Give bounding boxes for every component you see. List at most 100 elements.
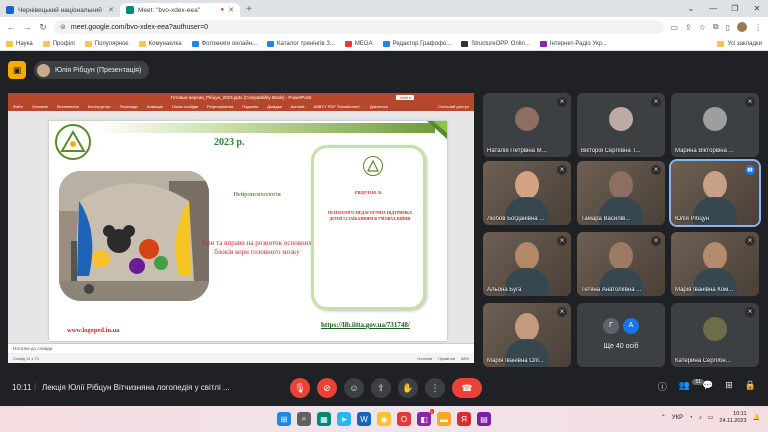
bookmark-item[interactable]: Профілі (42, 40, 75, 47)
chrome-icon[interactable]: ◉ (377, 412, 391, 426)
bookmark-item[interactable]: Інтернет-Радіо Укр... (539, 40, 607, 47)
all-bookmarks[interactable]: Усі закладки (717, 40, 762, 47)
ribbon-tab[interactable]: Вставлення (57, 104, 79, 109)
browser-tab-active[interactable]: Meet: "bvo-xdex-eea" ● ✕ (120, 3, 240, 17)
slide-notes[interactable]: Нотатки до слайда (8, 343, 474, 353)
tab-search-icon[interactable]: ⌄ (680, 0, 702, 17)
share-icon[interactable]: ⇪ (685, 23, 692, 32)
activities-icon[interactable]: ⊞ (725, 380, 733, 393)
ribbon-tab[interactable]: Анімація (147, 104, 163, 109)
new-tab-button[interactable]: + (246, 3, 252, 17)
minimize-icon[interactable]: — (702, 0, 724, 17)
ribbon-tab[interactable]: Acrobat (291, 104, 305, 109)
people-icon[interactable]: 👥 (679, 380, 690, 393)
ribbon-tab[interactable]: Файл (13, 104, 23, 109)
site-info-icon[interactable]: ⊜ (60, 23, 66, 31)
bookmark-star-icon[interactable]: ☆ (699, 23, 706, 32)
tiles-icon[interactable]: ▤ (477, 412, 491, 426)
host-controls-icon[interactable]: 🔒 (745, 380, 756, 393)
battery-icon[interactable]: ▭ (708, 414, 714, 421)
clock-time: 10:11 (733, 411, 747, 417)
ribbon-tab[interactable]: Дізнатися (370, 104, 388, 109)
share-button[interactable]: Спільний доступ (438, 104, 469, 109)
comments-toggle[interactable]: Примітки (438, 356, 455, 361)
browser-tab[interactable]: Чернівецький національний у ✕ (0, 3, 120, 17)
more-participants-tile[interactable]: Г А Ще 40 осіб (577, 303, 665, 367)
presenting-pill[interactable]: Юлія Рібцун (Презентація) (34, 61, 150, 79)
participant-tile[interactable]: ▮▮ Юлія Рібцун (669, 159, 761, 227)
profile-avatar[interactable] (737, 22, 747, 32)
ribbon-tab[interactable]: Основне (32, 104, 48, 109)
language-indicator[interactable]: УКР (672, 415, 683, 421)
bookmark-item[interactable]: MEGA (344, 40, 373, 47)
clock[interactable]: 10:11 24.11.2023 (719, 411, 746, 424)
close-tab-icon[interactable]: ✕ (108, 6, 114, 14)
explorer-icon[interactable]: ▬ (437, 412, 451, 426)
doc-icon (267, 40, 275, 47)
menu-kebab-icon[interactable]: ⋮ (754, 23, 762, 32)
maximize-icon[interactable]: ❐ (724, 0, 746, 17)
ribbon-tab[interactable]: Подання (242, 104, 258, 109)
present-button[interactable]: ⇧ (371, 378, 391, 398)
ribbon-tab[interactable]: Переходи (120, 104, 138, 109)
participant-tile[interactable]: ⨯ Тамара Василів... (577, 161, 665, 225)
camera-in-use-icon[interactable]: ▭ (670, 23, 678, 32)
windows-icon[interactable]: ⊞ (277, 412, 291, 426)
participant-tile[interactable]: ⨯ Марія Іванівна Ком... (671, 232, 759, 296)
url-text[interactable]: meet.google.com/bvo-xdex-eea?authuser=0 (71, 24, 208, 31)
address-bar[interactable]: ⊜ meet.google.com/bvo-xdex-eea?authuser=… (54, 20, 665, 34)
bookmark-item[interactable]: Наука (6, 40, 33, 47)
ribbon-tab[interactable]: Рецензування (207, 104, 233, 109)
word-icon[interactable]: W (357, 412, 371, 426)
files-icon[interactable]: ▦ (317, 412, 331, 426)
forward-arrow-icon[interactable]: → (22, 22, 32, 32)
close-window-icon[interactable]: ✕ (746, 0, 768, 17)
participant-tile[interactable]: ⨯ Марина Вікторівна ... (671, 93, 759, 157)
leave-call-button[interactable]: ☎ (452, 378, 482, 398)
bookmark-item[interactable]: Фотокниги онлайн... (191, 40, 257, 47)
bookmark-item[interactable]: Комунаклка (138, 40, 182, 47)
bookmark-label: StructureOPP. Onlin... (471, 40, 530, 47)
participant-tile[interactable]: ⨯ Катерина Сергіїбн... (671, 303, 759, 367)
notes-toggle[interactable]: Нотатки (417, 356, 432, 361)
mic-off-button[interactable]: 🎙 (290, 378, 310, 398)
side-panel-icon[interactable]: ▯ (726, 23, 730, 32)
ribbon-tab[interactable]: Конструктор (88, 104, 111, 109)
notes-icon[interactable]: ◧ 1 (417, 409, 434, 426)
reactions-button[interactable]: ☺ (344, 378, 364, 398)
wifi-icon[interactable]: ◔ (689, 415, 693, 421)
reload-icon[interactable]: ↻ (38, 22, 48, 33)
close-tab-icon[interactable]: ✕ (228, 6, 234, 14)
yandex-icon[interactable]: Я (457, 412, 471, 426)
bookmark-item[interactable]: StructureOPP. Onlin... (461, 40, 530, 47)
ribbon-tab[interactable]: Довідка (267, 104, 281, 109)
info-icon[interactable]: ⓘ (658, 380, 667, 393)
search-icon[interactable]: ⌕ (297, 412, 311, 426)
chevron-up-icon[interactable]: ⌃ (661, 414, 666, 421)
presentation-icon[interactable]: ▣ (8, 61, 26, 79)
bookmark-item[interactable]: Редактор Графофо... (382, 40, 451, 47)
participant-tile[interactable]: ⨯ Наталія Петрівна М... (483, 93, 571, 157)
bookmark-item[interactable]: Каталог тренінгів З... (267, 40, 335, 47)
sign-in-button[interactable]: Увійти (396, 95, 414, 100)
ribbon-tab[interactable]: Показ слайдів (172, 104, 198, 109)
back-arrow-icon[interactable]: ← (6, 22, 16, 32)
slide-url-right[interactable]: https://lib.iitta.gov.ua/731748/ (321, 321, 410, 329)
bookmark-item[interactable]: Популярное (84, 40, 129, 47)
ribbon-tab[interactable]: ABBYY PDF Transformer+ (313, 104, 360, 109)
participant-tile[interactable]: ⨯ Альона Буга (483, 232, 571, 296)
participant-tile[interactable]: ⨯ Любов Богданівна ... (483, 161, 571, 225)
volume-icon[interactable]: ♪ (699, 415, 702, 421)
notifications-icon[interactable]: 🔔 (753, 414, 760, 421)
participant-tile[interactable]: ⨯ Тетяна Анатоліївна ... (577, 232, 665, 296)
camera-off-button[interactable]: ⊘ (317, 378, 337, 398)
zoom-level[interactable]: 68% (461, 356, 469, 361)
opera-icon[interactable]: O (397, 412, 411, 426)
participant-tile[interactable]: ⨯ Марія Іванівна Олі... (483, 303, 571, 367)
more-options-button[interactable]: ⋮ (425, 378, 445, 398)
extensions-icon[interactable]: ⧉ (713, 22, 719, 32)
participant-tile[interactable]: ⨯ Вікторія Сергіївна Т... (577, 93, 665, 157)
slide-url-left[interactable]: www.logoped.in.ua (67, 327, 120, 334)
raise-hand-button[interactable]: ✋ (398, 378, 418, 398)
telegram-icon[interactable]: ➤ (337, 412, 351, 426)
